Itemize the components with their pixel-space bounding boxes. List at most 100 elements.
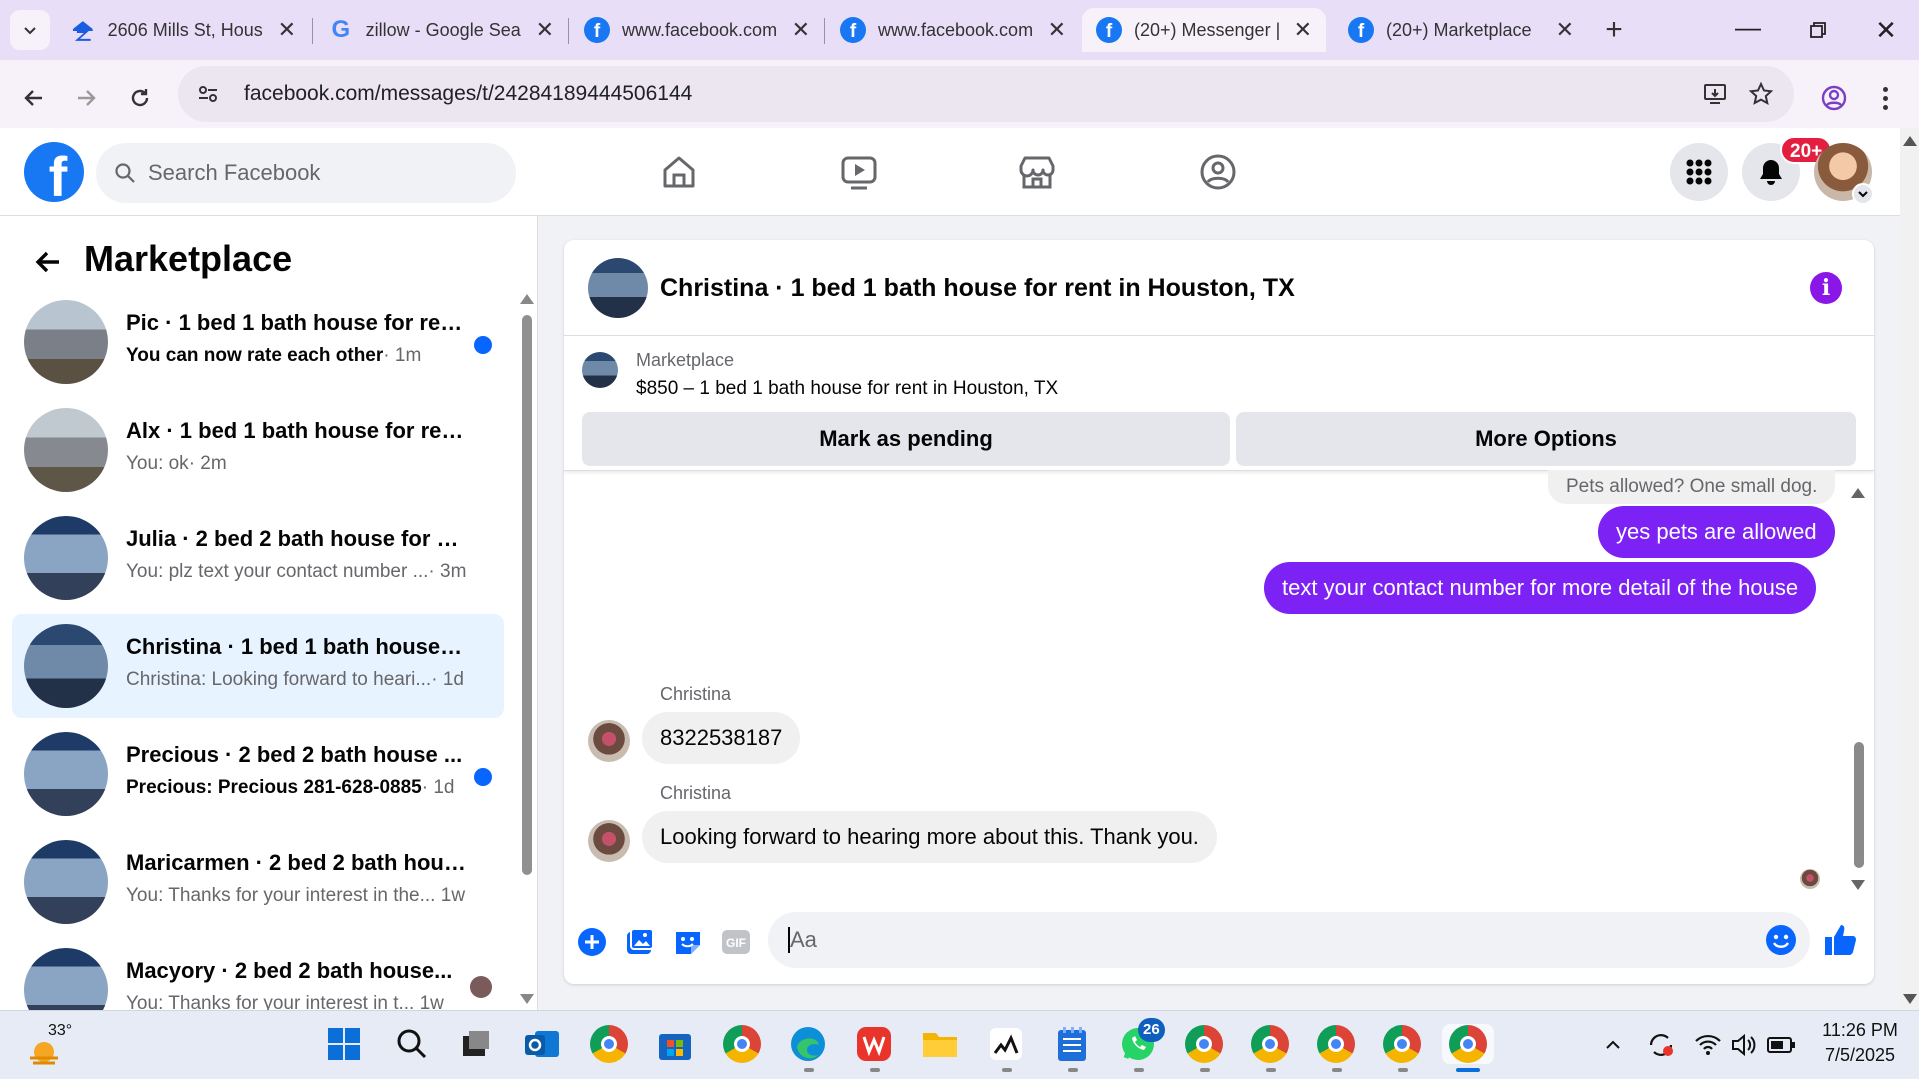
marketplace-icon[interactable]: [1013, 148, 1061, 196]
page-scroll-down[interactable]: [1903, 994, 1917, 1004]
more-options-button[interactable]: More Options: [1236, 412, 1856, 466]
tab-google-search[interactable]: G zillow - Google Sea ✕: [314, 8, 568, 52]
close-icon[interactable]: ✕: [1048, 17, 1066, 43]
video-icon[interactable]: [835, 148, 883, 196]
gif-button[interactable]: GIF: [718, 924, 754, 960]
sidebar-scroll-up[interactable]: [520, 294, 534, 304]
close-icon[interactable]: ✕: [792, 17, 810, 43]
conversation-item-pic[interactable]: Pic · 1 bed 1 bath house for ren... You …: [12, 290, 504, 394]
restore-button[interactable]: [1800, 12, 1836, 48]
back-button[interactable]: [28, 242, 68, 282]
tab-title: 2606 Mills St, Hous: [107, 19, 263, 40]
groups-icon[interactable]: [1194, 148, 1242, 196]
chrome-profile-5[interactable]: [1382, 1024, 1422, 1064]
tab-facebook-2[interactable]: f www.facebook.com ✕: [826, 8, 1080, 52]
mark-as-pending-button[interactable]: Mark as pending: [582, 412, 1230, 466]
taskbar-search[interactable]: [392, 1024, 432, 1064]
conversation-item-macyory[interactable]: Macyory · 2 bed 2 bath house... You: Tha…: [12, 938, 504, 1010]
account-chevron[interactable]: [1852, 183, 1874, 205]
more-actions-button[interactable]: [574, 924, 610, 960]
edge-icon: [791, 1027, 825, 1061]
chrome-profile-2[interactable]: [1184, 1024, 1224, 1064]
close-icon[interactable]: ✕: [536, 17, 554, 43]
start-button[interactable]: [324, 1024, 364, 1064]
show-hidden-icons-button[interactable]: [1600, 1032, 1626, 1058]
tab-facebook-1[interactable]: f www.facebook.com ✕: [570, 8, 824, 52]
facebook-search-box[interactable]: Search Facebook: [96, 143, 516, 203]
stocks-app[interactable]: [986, 1024, 1026, 1064]
window-close-button[interactable]: ✕: [1868, 12, 1904, 48]
notepad-app[interactable]: [1052, 1024, 1092, 1064]
sticker-button[interactable]: [670, 924, 706, 960]
volume-tray-icon[interactable]: [1730, 1032, 1758, 1058]
tab-messenger[interactable]: f (20+) Messenger | ✕: [1082, 8, 1326, 52]
message-bubble-sent[interactable]: text your contact number for more detail…: [1264, 562, 1817, 614]
minimize-button[interactable]: —: [1730, 12, 1766, 48]
listing-thumbnail: [24, 840, 108, 924]
conversation-item-alx[interactable]: Alx · 1 bed 1 bath house for rent ... Yo…: [12, 398, 504, 502]
chrome-profile-3[interactable]: [1250, 1024, 1290, 1064]
site-settings-icon[interactable]: [196, 82, 220, 106]
tab-list-dropdown[interactable]: [10, 10, 50, 50]
close-icon[interactable]: ✕: [1556, 17, 1574, 43]
wps-office-app[interactable]: [854, 1024, 894, 1064]
chrome-app[interactable]: [589, 1024, 629, 1064]
outlook-app[interactable]: [522, 1024, 562, 1064]
menu-button[interactable]: [1670, 143, 1728, 201]
message-bubble-received[interactable]: 8322538187: [642, 712, 801, 764]
app-running-indicator: [1398, 1068, 1408, 1072]
wifi-tray-icon[interactable]: [1694, 1032, 1722, 1058]
message-bubble-sent[interactable]: yes pets are allowed: [1598, 506, 1835, 558]
conversation-item-christina[interactable]: Christina · 1 bed 1 bath house fo... Chr…: [12, 614, 504, 718]
chat-scrollbar-thumb[interactable]: [1854, 742, 1864, 868]
close-icon[interactable]: ✕: [278, 17, 296, 43]
page-scroll-up[interactable]: [1903, 136, 1917, 146]
chrome-profile-active[interactable]: [1442, 1024, 1494, 1064]
sync-tray-icon[interactable]: [1646, 1030, 1676, 1060]
chrome-profile-app[interactable]: [722, 1024, 762, 1064]
sender-avatar[interactable]: [588, 720, 630, 762]
conversation-info-button[interactable]: i: [1810, 272, 1842, 304]
chrome-profile-4[interactable]: [1316, 1024, 1356, 1064]
listing-thumbnail[interactable]: [582, 352, 618, 388]
address-bar[interactable]: facebook.com/messages/t/2428418944450614…: [178, 66, 1794, 122]
sender-avatar[interactable]: [588, 820, 630, 862]
back-button[interactable]: [14, 78, 54, 118]
chat-title[interactable]: Christina · 1 bed 1 bath house for rent …: [660, 274, 1295, 303]
new-tab-button[interactable]: +: [1596, 12, 1632, 48]
chat-scroll-up[interactable]: [1851, 488, 1865, 498]
file-explorer-app[interactable]: [920, 1024, 960, 1064]
chat-scroll-down[interactable]: [1851, 880, 1865, 890]
chat-avatar[interactable]: [588, 258, 648, 318]
battery-tray-icon[interactable]: [1766, 1034, 1796, 1056]
like-button[interactable]: [1820, 920, 1860, 960]
conversation-item-julia[interactable]: Julia · 2 bed 2 bath house for re... You…: [12, 506, 504, 610]
edge-app[interactable]: [788, 1024, 828, 1064]
profile-button[interactable]: [1816, 80, 1852, 116]
page-scrollbar[interactable]: [1900, 128, 1919, 1010]
tab-zillow-listing[interactable]: 2606 Mills St, Hous ✕: [56, 8, 310, 52]
message-bubble-received[interactable]: Looking forward to hearing more about th…: [642, 811, 1217, 863]
install-app-icon[interactable]: [1702, 81, 1728, 107]
message-input[interactable]: Aa: [768, 912, 1810, 968]
browser-menu-button[interactable]: [1870, 80, 1900, 116]
clock[interactable]: 11:26 PM 7/5/2025: [1812, 1020, 1908, 1066]
tab-marketplace[interactable]: f (20+) Marketplace ✕: [1334, 8, 1588, 52]
task-view-button[interactable]: [456, 1024, 496, 1064]
emoji-button[interactable]: [1764, 923, 1798, 957]
url-text[interactable]: facebook.com/messages/t/2428418944450614…: [244, 82, 692, 106]
attach-photo-button[interactable]: [622, 924, 658, 960]
conversation-item-maricarmen[interactable]: Maricarmen · 2 bed 2 bath hous... You: T…: [12, 830, 504, 934]
conversation-item-precious[interactable]: Precious · 2 bed 2 bath house ... Precio…: [12, 722, 504, 826]
home-icon[interactable]: [655, 148, 703, 196]
close-icon[interactable]: ✕: [1294, 17, 1312, 43]
weather-widget[interactable]: 33°: [24, 1022, 84, 1068]
sidebar-scrollbar-thumb[interactable]: [522, 315, 532, 875]
sidebar-scroll-down[interactable]: [520, 994, 534, 1004]
forward-button[interactable]: [66, 78, 106, 118]
bookmark-star-icon[interactable]: [1748, 81, 1774, 107]
reload-button[interactable]: [120, 78, 160, 118]
microsoft-store-app[interactable]: [655, 1024, 695, 1064]
facebook-logo[interactable]: f: [24, 142, 84, 202]
listing-description[interactable]: $850 – 1 bed 1 bath house for rent in Ho…: [636, 378, 1058, 400]
